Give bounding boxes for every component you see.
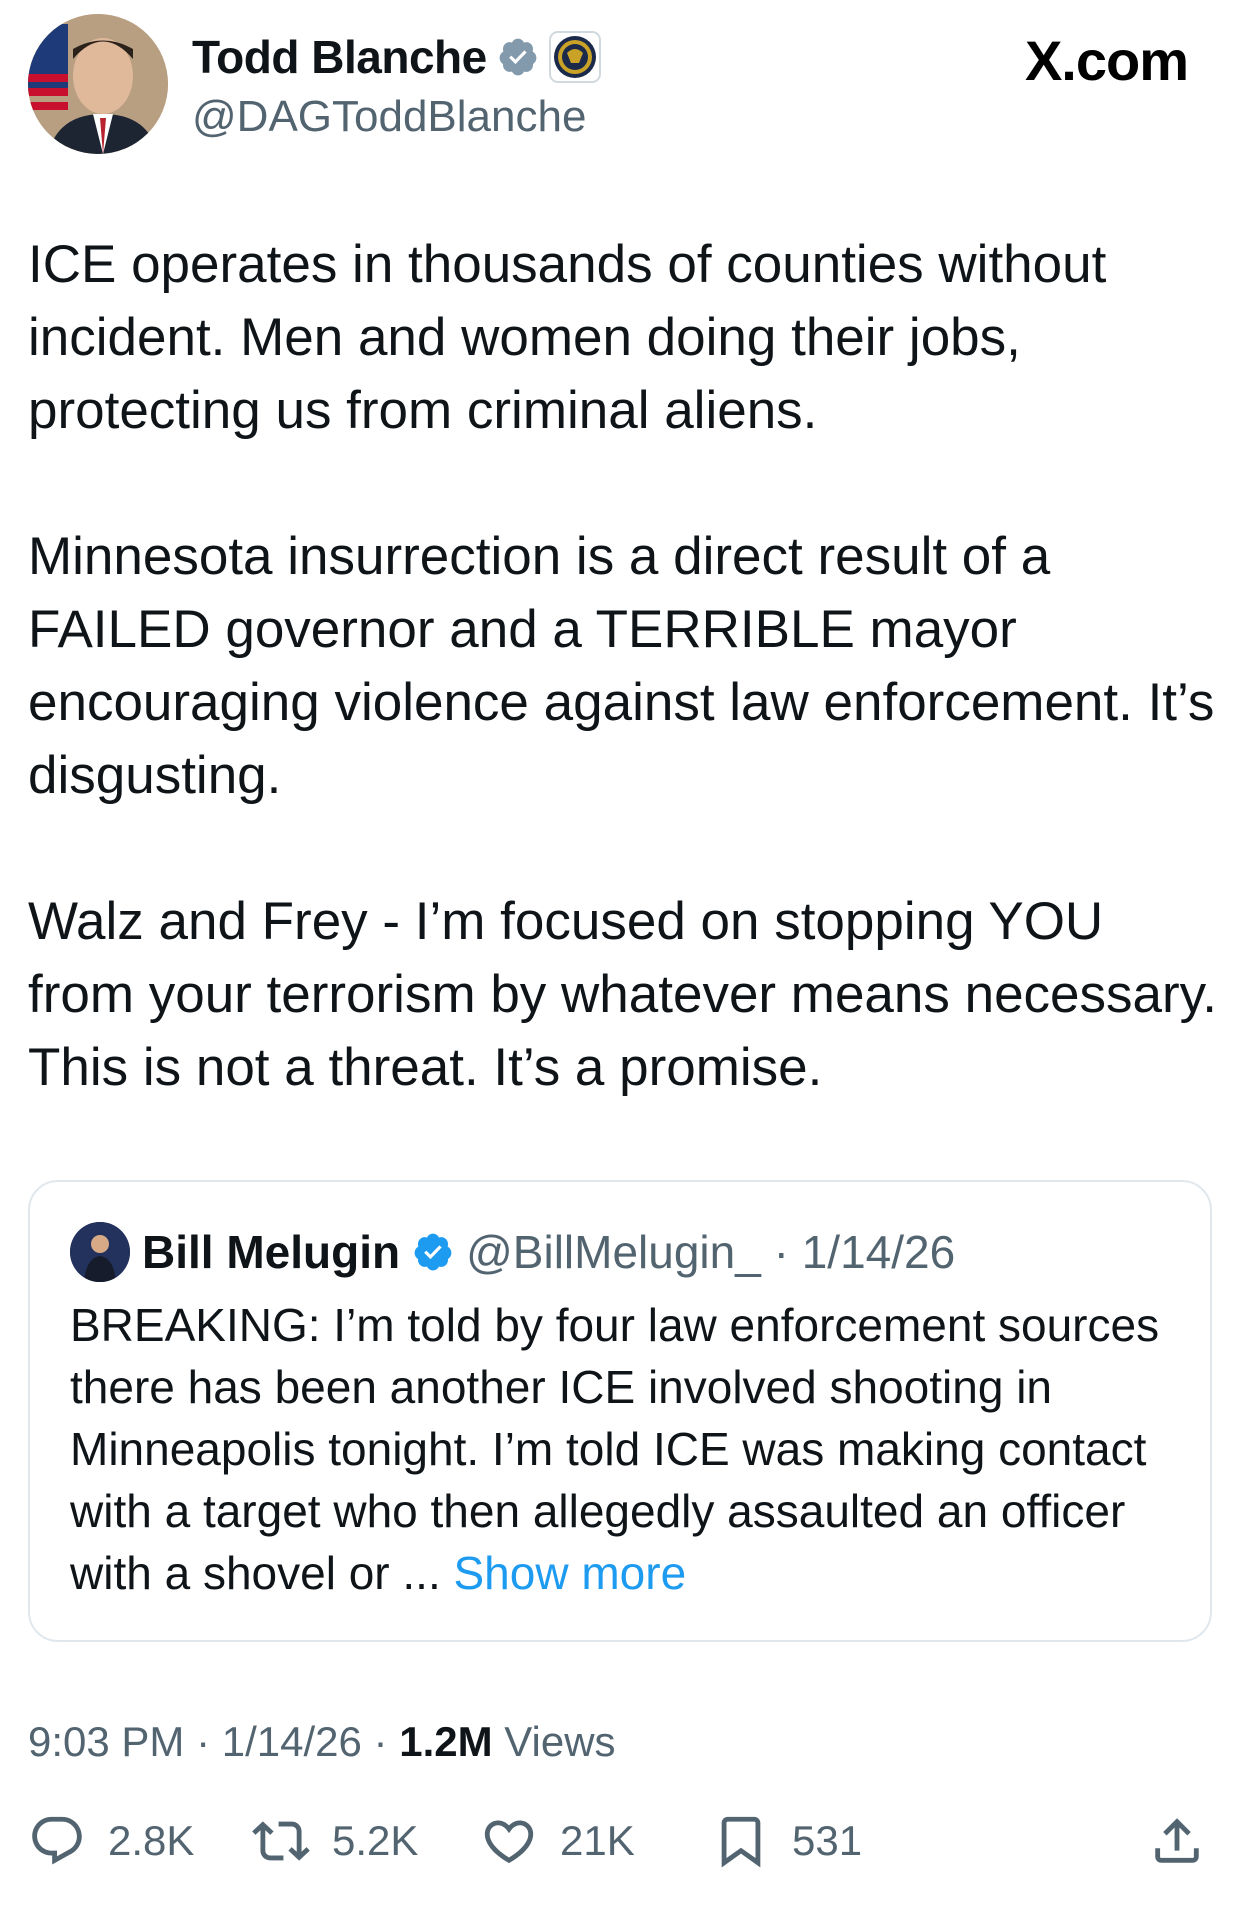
tweet-meta: 9:03 PM · 1/14/26 · 1.2M Views <box>28 1718 616 1766</box>
meta-separator: · <box>184 1718 222 1765</box>
share-icon <box>1155 1818 1199 1863</box>
quote-date[interactable]: 1/14/26 <box>802 1226 955 1278</box>
views-label: Views <box>492 1718 616 1765</box>
like-count: 21K <box>560 1817 635 1864</box>
action-bar: 2.8K 5.2K 21K 531 <box>28 1812 1218 1882</box>
reply-count: 2.8K <box>108 1817 195 1864</box>
reply-button[interactable]: 2.8K <box>28 1812 194 1870</box>
bookmark-button[interactable]: 531 <box>712 1812 862 1870</box>
quote-author-name[interactable]: Bill Melugin <box>142 1225 400 1279</box>
quoted-tweet[interactable]: Bill Melugin @BillMelugin_ · 1/14/26 BRE… <box>28 1180 1212 1642</box>
share-button[interactable] <box>1148 1812 1206 1870</box>
tweet-text: ICE operates in thousands of counties wi… <box>28 235 1217 1097</box>
author-name[interactable]: Todd Blanche <box>192 30 487 84</box>
verified-badge-icon <box>499 38 537 76</box>
show-more-link[interactable]: Show more <box>454 1547 687 1599</box>
bookmark-icon <box>721 1816 761 1868</box>
quote-separator: · <box>760 1226 802 1278</box>
author-handle[interactable]: @DAGToddBlanche <box>192 92 586 142</box>
reply-icon <box>32 1816 82 1865</box>
quote-author-avatar[interactable] <box>70 1222 130 1282</box>
site-watermark: X.com <box>1024 29 1189 92</box>
repost-icon <box>252 1821 310 1861</box>
tweet-date[interactable]: 1/14/26 <box>222 1718 362 1765</box>
author-avatar[interactable] <box>28 14 168 154</box>
bookmark-count: 531 <box>792 1817 863 1864</box>
repost-button[interactable]: 5.2K <box>252 1812 418 1870</box>
meta-separator: · <box>361 1718 400 1765</box>
quote-author-handle[interactable]: @BillMelugin_ <box>466 1226 761 1278</box>
like-button[interactable]: 21K <box>480 1812 635 1870</box>
doj-seal-icon <box>548 31 601 83</box>
heart-icon <box>484 1820 534 1864</box>
repost-count: 5.2K <box>332 1817 419 1864</box>
verified-badge-icon <box>414 1233 452 1271</box>
views-count: 1.2M <box>399 1718 493 1765</box>
tweet-header: Todd Blanche @DAGToddBlanche X.com <box>28 14 1218 164</box>
tweet-time[interactable]: 9:03 PM <box>28 1718 184 1765</box>
